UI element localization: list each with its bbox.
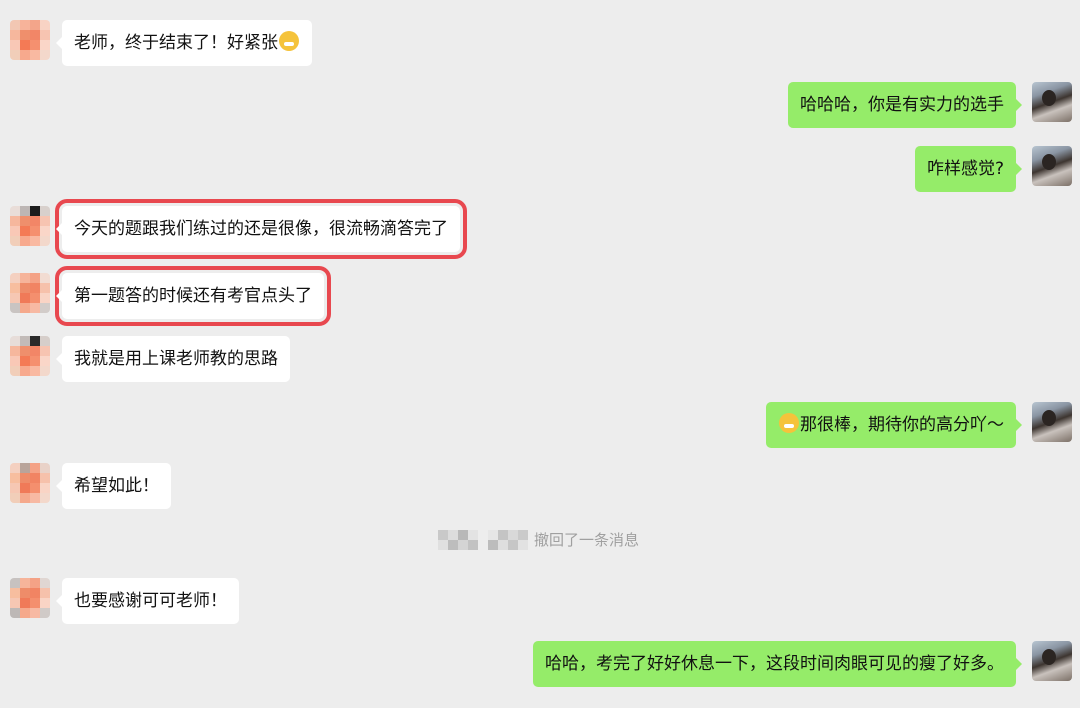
message-bubble[interactable]: 哈哈，考完了好好休息一下，这段时间肉眼可见的瘦了好多。	[533, 641, 1022, 687]
contact-avatar[interactable]	[10, 578, 50, 618]
contact-avatar[interactable]	[10, 20, 50, 60]
message-row: 那很棒，期待你的高分吖～	[0, 402, 1080, 450]
contact-avatar[interactable]	[10, 336, 50, 376]
message-row: 哈哈哈，你是有实力的选手	[0, 82, 1080, 130]
message-bubble[interactable]: 我就是用上课老师教的思路	[56, 336, 290, 382]
message-row: 第一题答的时候还有考官点头了	[0, 266, 1080, 326]
message-text: 第一题答的时候还有考官点头了	[74, 286, 312, 306]
message-bubble[interactable]: 哈哈哈，你是有实力的选手	[788, 82, 1022, 128]
contact-avatar[interactable]	[10, 206, 50, 246]
message-text: 咋样感觉?	[926, 159, 1004, 179]
message-text: 希望如此！	[74, 476, 159, 496]
message-bubble[interactable]: 今天的题跟我们练过的还是很像，很流畅滴答完了	[55, 199, 467, 259]
recall-notice: 撤回了一条消息	[0, 530, 1080, 550]
contact-avatar[interactable]	[10, 463, 50, 503]
message-text: 也要感谢可可老师！	[74, 591, 227, 611]
message-row: 我就是用上课老师教的思路	[0, 336, 1080, 384]
message-text: 我就是用上课老师教的思路	[74, 349, 278, 369]
self-avatar[interactable]	[1032, 402, 1072, 442]
self-avatar[interactable]	[1032, 146, 1072, 186]
grinning-face-emoji-icon	[779, 413, 799, 433]
message-row: 老师，终于结束了！好紧张	[0, 20, 1080, 68]
self-avatar[interactable]	[1032, 641, 1072, 681]
message-row: 哈哈，考完了好好休息一下，这段时间肉眼可见的瘦了好多。	[0, 641, 1080, 689]
message-row: 希望如此！	[0, 463, 1080, 511]
message-bubble[interactable]: 咋样感觉?	[914, 146, 1023, 192]
message-bubble[interactable]: 那很棒，期待你的高分吖～	[766, 402, 1022, 448]
message-row: 也要感谢可可老师！	[0, 578, 1080, 626]
contact-avatar[interactable]	[10, 273, 50, 313]
message-text: 今天的题跟我们练过的还是很像，很流畅滴答完了	[74, 219, 448, 239]
self-avatar[interactable]	[1032, 82, 1072, 122]
recall-notice-text: 撤回了一条消息	[534, 531, 640, 549]
message-text: 哈哈，考完了好好休息一下，这段时间肉眼可见的瘦了好多。	[545, 654, 1004, 674]
message-text: 老师，终于结束了！好紧张	[74, 33, 278, 53]
message-bubble[interactable]: 老师，终于结束了！好紧张	[56, 20, 312, 66]
message-row: 咋样感觉?	[0, 146, 1080, 194]
message-bubble[interactable]: 希望如此！	[56, 463, 171, 509]
message-bubble[interactable]: 第一题答的时候还有考官点头了	[55, 266, 331, 326]
pixelated-sender-name	[488, 530, 528, 550]
message-text: 哈哈哈，你是有实力的选手	[800, 95, 1004, 115]
crying-face-emoji-icon	[279, 31, 299, 51]
message-text: 那很棒，期待你的高分吖～	[800, 415, 1004, 435]
chat-history[interactable]: 老师，终于结束了！好紧张 哈哈哈，你是有实力的选手 咋样感觉? 今天的题跟我们练…	[0, 0, 1080, 708]
message-row: 今天的题跟我们练过的还是很像，很流畅滴答完了	[0, 199, 1080, 259]
pixelated-sender-name	[438, 530, 478, 550]
message-bubble[interactable]: 也要感谢可可老师！	[56, 578, 239, 624]
